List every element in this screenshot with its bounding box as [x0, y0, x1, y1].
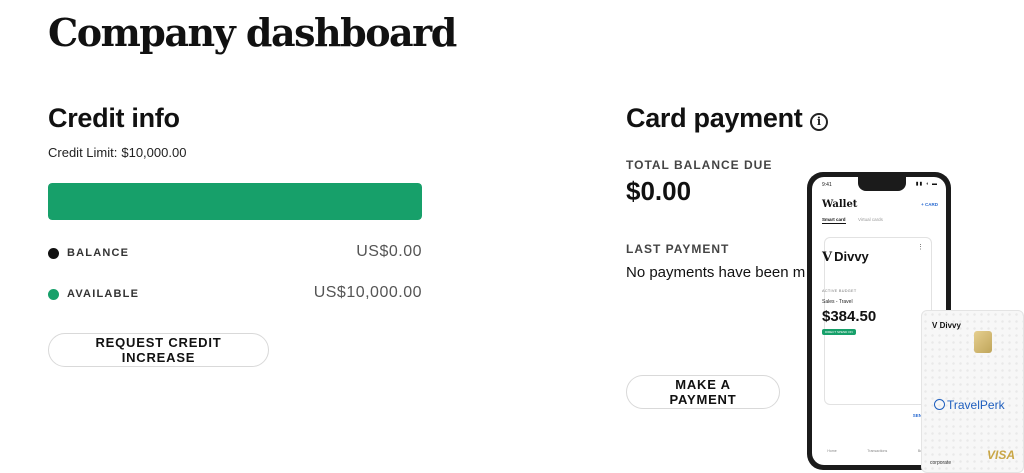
- corporate-card-illustration: V Divvy TravelPerk corporate VISA: [921, 310, 1024, 473]
- page-title: Company dashboard: [48, 10, 457, 55]
- available-value: US$10,000.00: [313, 284, 422, 301]
- card-type: corporate: [930, 460, 952, 466]
- total-balance-due-label: TOTAL BALANCE DUE: [626, 158, 773, 172]
- balance-label: BALANCE: [67, 247, 130, 259]
- phone-nav-home: Home: [827, 449, 837, 453]
- visa-logo: VISA: [986, 448, 1015, 462]
- info-icon[interactable]: i: [810, 113, 828, 131]
- travelperk-logo: TravelPerk: [934, 398, 1005, 412]
- phone-brand: Divvy: [834, 249, 869, 264]
- phone-add-card: + CARD: [921, 202, 938, 207]
- credit-limit: Credit Limit: $10,000.00: [48, 145, 186, 160]
- make-payment-button[interactable]: MAKE A PAYMENT: [626, 375, 780, 409]
- divvy-mark-icon: V: [822, 250, 833, 265]
- phone-kebab-icon: ⋮: [917, 244, 924, 251]
- card-payment-title: Card payment: [626, 103, 803, 133]
- card-partner: TravelPerk: [947, 398, 1005, 412]
- credit-limit-value: $10,000.00: [121, 145, 187, 160]
- available-row: AVAILABLE US$10,000.00: [48, 284, 422, 306]
- total-balance-due-value: $0.00: [626, 176, 692, 206]
- phone-time: 9:41: [822, 182, 832, 188]
- travelperk-icon: [934, 399, 945, 410]
- balance-dot-icon: [48, 248, 59, 259]
- credit-usage-bar-fill: [48, 183, 422, 220]
- phone-badge: DIRECT SPEND ON: [822, 329, 856, 335]
- phone-budget-name: Sales - Travel: [822, 299, 853, 305]
- balance-row: BALANCE US$0.00: [48, 243, 422, 265]
- credit-usage-bar: [48, 183, 422, 220]
- phone-tab-virtual-cards: Virtual cards: [858, 217, 883, 222]
- card-chip-icon: [974, 331, 992, 353]
- phone-wallet-title: Wallet: [822, 199, 858, 210]
- phone-nav-transactions: Transactions: [867, 449, 888, 453]
- card-divvy-mark-icon: V: [932, 321, 940, 330]
- phone-notch: [858, 177, 906, 191]
- balance-value: US$0.00: [356, 243, 422, 260]
- credit-limit-label: Credit Limit:: [48, 145, 118, 160]
- phone-divvy-logo: V Divvy: [822, 249, 869, 265]
- phone-amount: $384.50: [822, 308, 877, 325]
- phone-tab-smart-card: Smart card: [822, 217, 846, 224]
- phone-status-icons: ▮▮ ◖ ▬: [915, 181, 938, 187]
- available-label: AVAILABLE: [67, 288, 140, 300]
- request-credit-increase-button[interactable]: REQUEST CREDIT INCREASE: [48, 333, 269, 367]
- last-payment-label: LAST PAYMENT: [626, 242, 730, 256]
- available-dot-icon: [48, 289, 59, 300]
- credit-info-title: Credit info: [48, 103, 180, 133]
- phone-active-budget: ACTIVE BUDGET: [822, 289, 857, 293]
- card-divvy-logo: V Divvy: [932, 321, 961, 330]
- card-brand: Divvy: [939, 321, 961, 330]
